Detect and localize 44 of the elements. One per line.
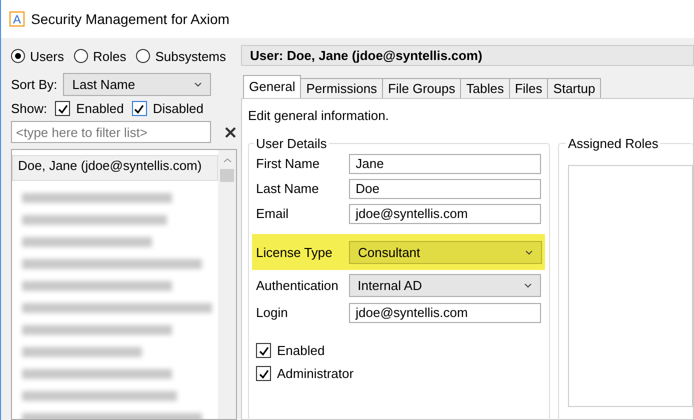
checkmark-icon — [133, 102, 146, 114]
tab[interactable]: Startup — [547, 78, 602, 98]
user-list-item[interactable]: Doe, Jane (jdoe@syntellis.com) — [12, 155, 218, 181]
checkmark-icon — [258, 368, 270, 380]
tab[interactable]: File Groups — [382, 78, 462, 98]
show-checkbox[interactable]: Enabled — [55, 101, 124, 116]
checkbox[interactable]: Administrator — [256, 366, 541, 381]
scroll-thumb[interactable] — [220, 169, 234, 182]
text-field[interactable]: jdoe@syntellis.com — [348, 204, 541, 224]
show-checkbox[interactable]: Disabled — [132, 101, 204, 116]
description-text: Edit general information. — [248, 108, 390, 125]
sort-by-dropdown[interactable]: Last Name — [63, 73, 212, 96]
filter-field[interactable]: <type here to filter list> — [11, 121, 211, 143]
checkmark-icon — [258, 344, 270, 356]
caret-icon — [525, 250, 533, 254]
clear-icon[interactable] — [225, 126, 236, 138]
checkmark-icon — [56, 102, 69, 114]
text-field[interactable]: jdoe@syntellis.com — [348, 302, 541, 322]
caret-icon — [524, 282, 532, 288]
field-label: Last Name — [256, 181, 320, 196]
field-label: License Type — [256, 244, 334, 260]
view-radio[interactable]: Roles — [74, 48, 126, 64]
group-title: User Details — [255, 136, 328, 151]
field-label: First Name — [256, 156, 321, 171]
app-logo-icon: A — [9, 11, 25, 27]
text-field[interactable]: Doe — [348, 178, 541, 198]
field-label: Login — [256, 305, 289, 320]
caret-icon — [194, 82, 202, 87]
field-label: Email — [256, 206, 290, 221]
scroll-up-icon[interactable] — [222, 158, 232, 163]
view-radio[interactable]: Subsystems — [136, 48, 226, 64]
tab[interactable]: General — [243, 75, 302, 98]
scrollbar[interactable] — [218, 150, 236, 419]
dropdown[interactable]: Consultant — [349, 240, 542, 264]
sort-by-label: Sort By: — [11, 77, 58, 92]
window-title: Security Management for Axiom — [31, 11, 230, 27]
user-header: User: Doe, Jane (jdoe@syntellis.com) — [241, 45, 694, 66]
group-title: Assigned Roles — [567, 136, 660, 151]
view-radio[interactable]: Users — [11, 48, 64, 64]
text-field[interactable]: Jane — [348, 154, 541, 174]
show-label: Show: — [11, 101, 48, 116]
checkbox[interactable]: Enabled — [256, 343, 541, 358]
field-label: Authentication — [256, 278, 340, 292]
dropdown[interactable]: Internal AD — [348, 274, 541, 296]
